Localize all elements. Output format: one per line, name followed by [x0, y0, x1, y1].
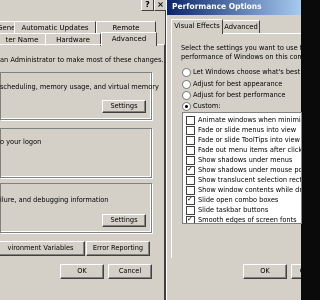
window-title: Performance Options: [172, 2, 262, 11]
checkbox-label: Show translucent selection rectang: [198, 176, 302, 184]
ok-button[interactable]: OK: [60, 264, 104, 279]
checkbox-label: Animate windows when minimizing a: [198, 116, 301, 124]
radio-button[interactable]: [182, 80, 191, 89]
user-profiles-groupbox: [0, 128, 152, 178]
radio-label: Adjust for best appearance: [193, 80, 283, 88]
title-bar[interactable]: Performance Options: [167, 0, 301, 15]
user-profiles-description: o your logon: [0, 138, 42, 146]
help-button[interactable]: ?: [141, 0, 154, 11]
radio-label: Adjust for best performance: [193, 91, 286, 99]
checkbox[interactable]: [186, 126, 195, 135]
radio-button[interactable]: [182, 68, 191, 77]
ok-button[interactable]: OK: [243, 264, 287, 279]
checkbox[interactable]: [186, 116, 195, 125]
startup-recovery-settings-button[interactable]: Settings: [102, 214, 146, 227]
checkbox-label: Show window contents while dragg: [198, 186, 302, 194]
intro-text-line-2: performance of Windows on this comput: [181, 53, 301, 61]
environment-variables-button[interactable]: vironment Variables: [0, 241, 85, 256]
checkbox[interactable]: [186, 156, 195, 165]
cancel-button[interactable]: C: [291, 264, 301, 279]
checkbox-label: Slide open combo boxes: [198, 196, 279, 204]
checkbox-label: Fade or slide ToolTips into view: [198, 136, 300, 144]
checkbox-checked[interactable]: [186, 165, 195, 175]
checkbox-label: Fade or slide menus into view: [198, 126, 297, 134]
error-reporting-button[interactable]: Error Reporting: [86, 241, 150, 256]
visual-effects-list[interactable]: Animate windows when minimizing a Fade o…: [182, 112, 302, 224]
checkbox[interactable]: [186, 206, 195, 215]
checkbox-label: Slide taskbar buttons: [198, 206, 269, 214]
tab-advanced[interactable]: Advanced: [222, 20, 260, 33]
checkbox-label: Fade out menu items after clicking: [198, 146, 302, 154]
checkbox-label: Smooth edges of screen fonts: [198, 216, 297, 224]
radio-label: Let Windows choose what's best for: [193, 68, 301, 76]
checkbox-label: Show shadows under menus: [198, 156, 293, 164]
cancel-button[interactable]: Cancel: [108, 264, 152, 279]
tab-advanced[interactable]: Advanced: [101, 32, 157, 46]
tab-visual-effects[interactable]: Visual Effects: [171, 19, 223, 34]
system-properties-window: ? × General Automatic Updates Remote ter…: [0, 0, 166, 300]
intro-text-line-1: Select the settings you want to use for: [181, 44, 301, 52]
performance-settings-button[interactable]: Settings: [102, 100, 146, 113]
performance-description: scheduling, memory usage, and virtual me…: [0, 83, 159, 91]
checkbox[interactable]: [186, 186, 195, 195]
radio-label: Custom:: [193, 102, 221, 110]
checkbox-label: Show shadows under mouse pointe: [198, 166, 301, 174]
checkbox-checked[interactable]: [186, 195, 195, 205]
startup-recovery-description: ilure, and debugging information: [0, 196, 109, 204]
admin-notice-text: an Administrator to make most of these c…: [0, 56, 164, 64]
checkbox[interactable]: [186, 136, 195, 145]
checkbox-checked[interactable]: [186, 215, 195, 223]
close-button[interactable]: ×: [154, 0, 166, 11]
radio-button[interactable]: [182, 91, 191, 100]
radio-button-checked[interactable]: [182, 102, 191, 111]
checkbox[interactable]: [186, 176, 195, 185]
checkbox[interactable]: [186, 146, 195, 155]
